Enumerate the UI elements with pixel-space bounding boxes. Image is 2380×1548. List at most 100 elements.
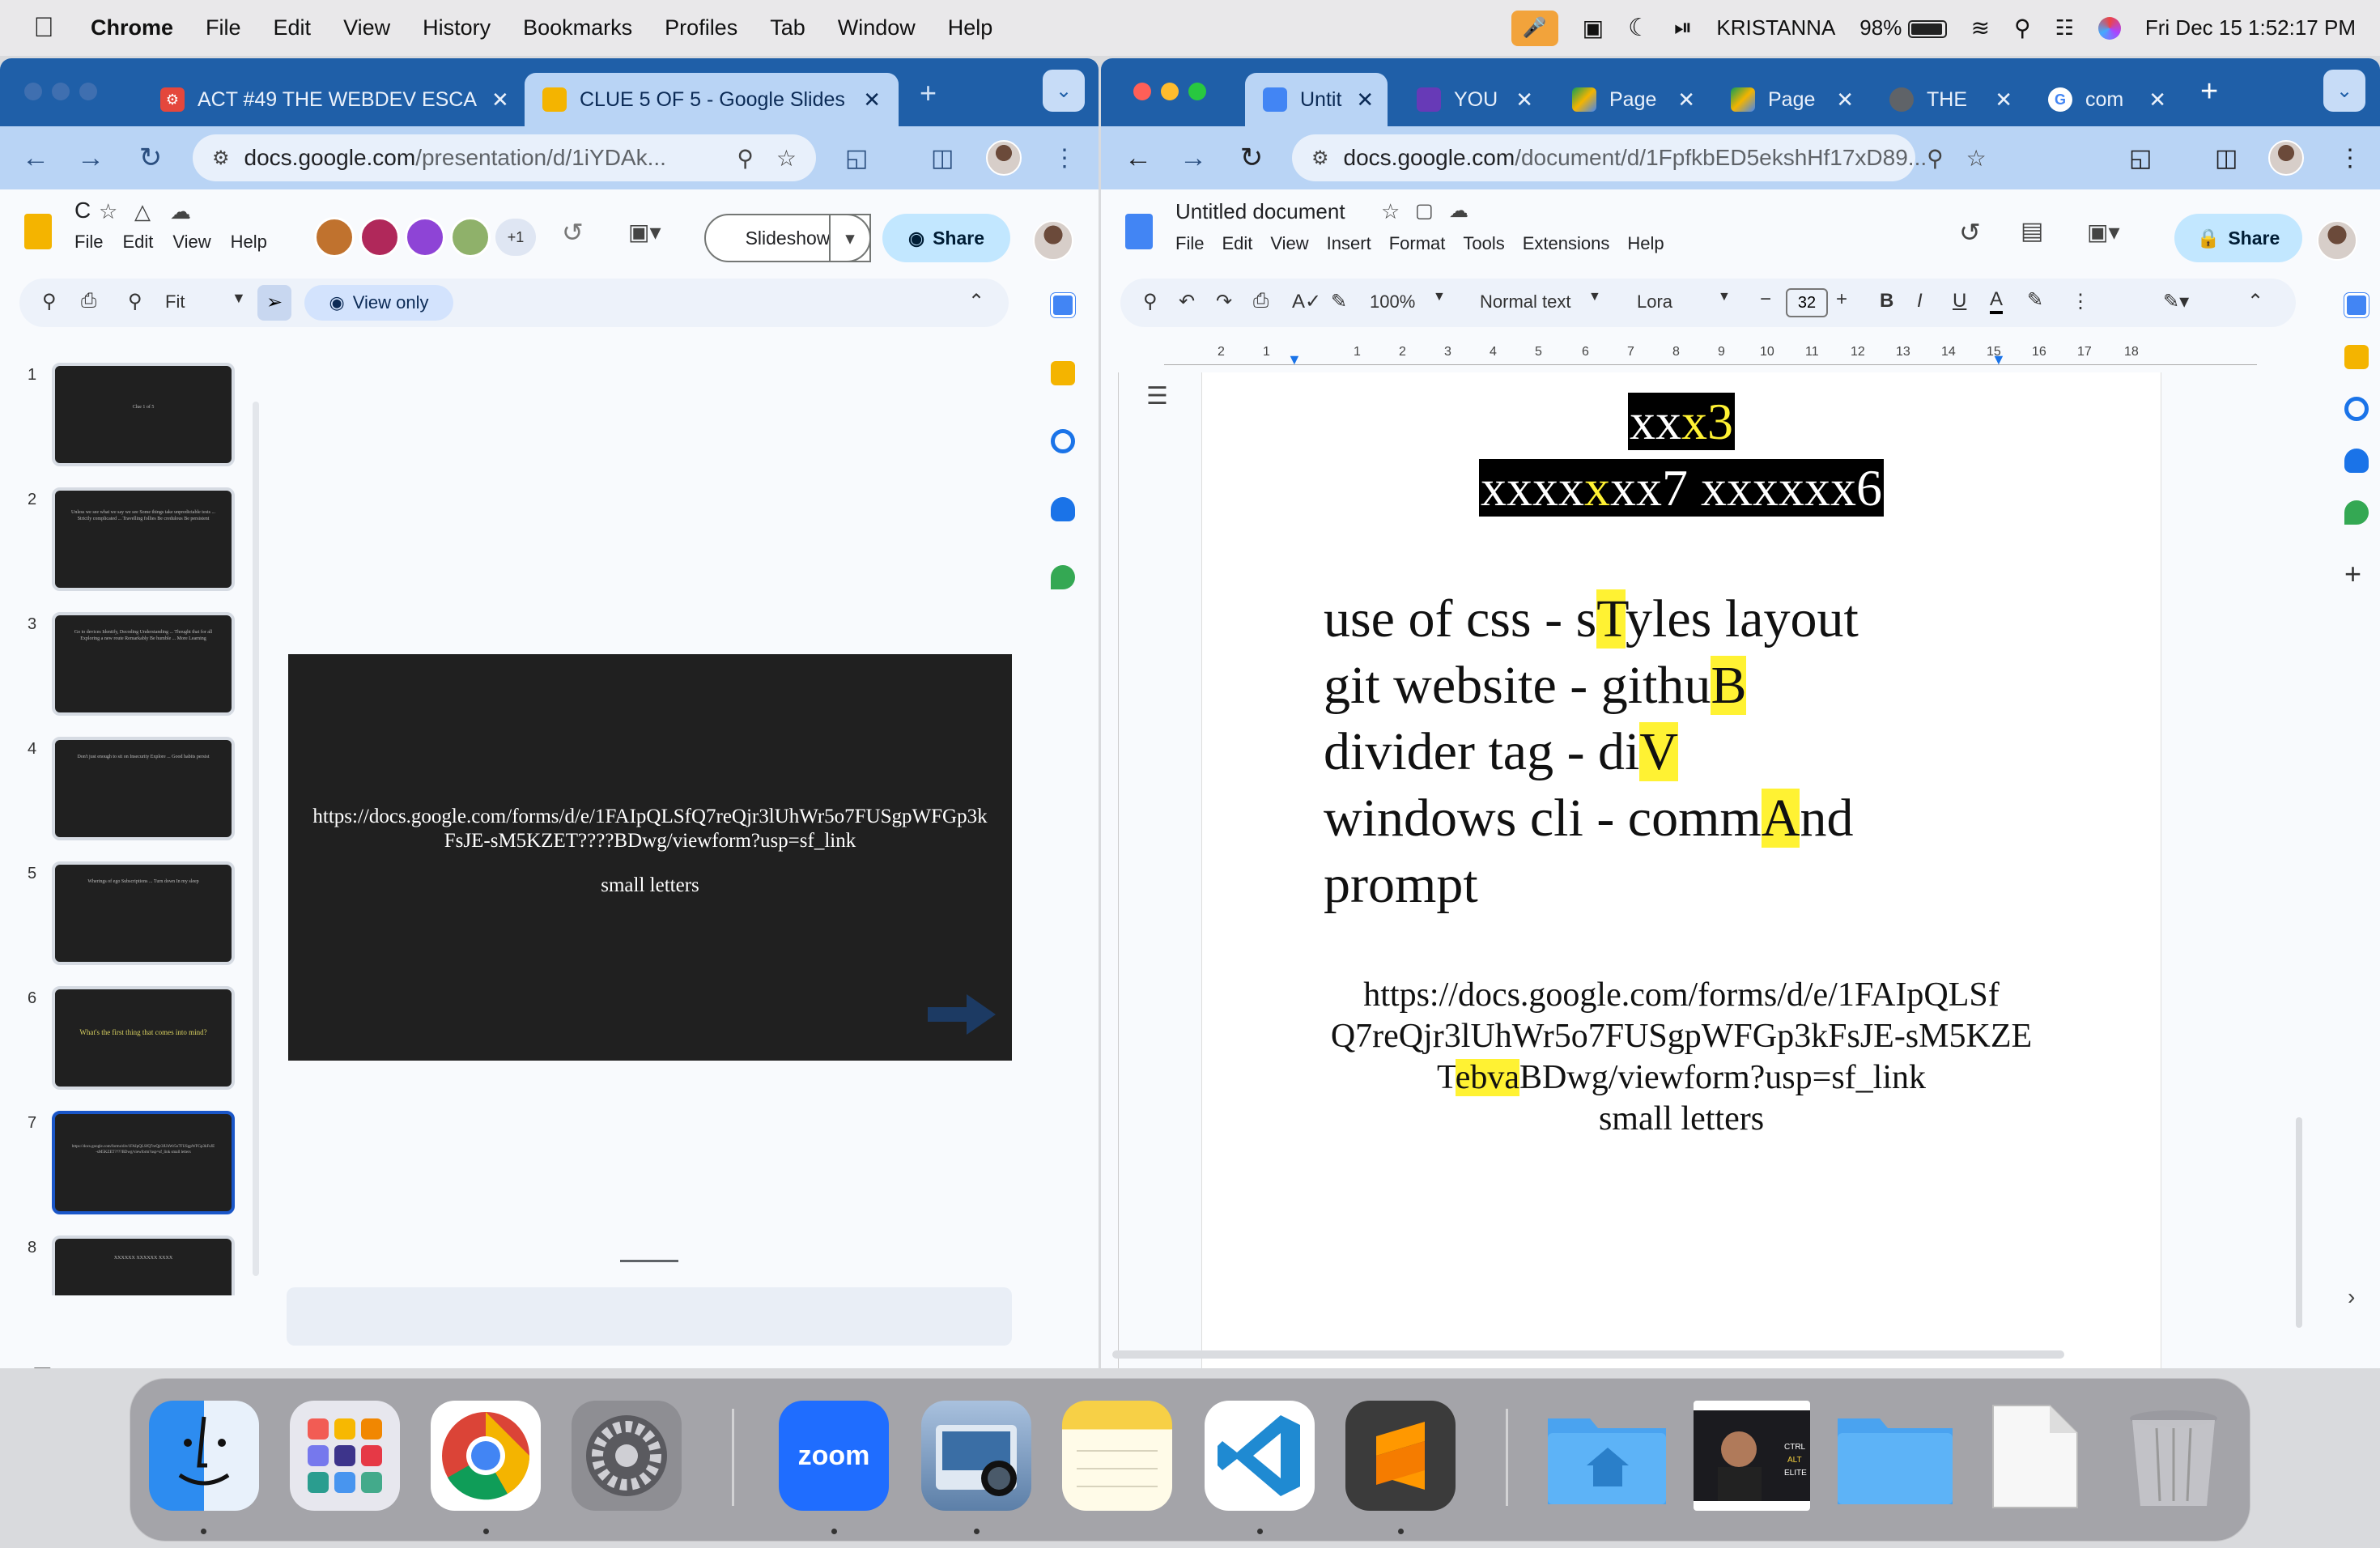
menu-extensions[interactable]: Extensions — [1523, 233, 1610, 254]
close-tab-icon[interactable]: ✕ — [1663, 87, 1695, 113]
control-center-icon[interactable]: ☷ — [2055, 15, 2074, 40]
grid-view-icon[interactable]: ▦ — [32, 1362, 53, 1368]
zoom-window-button[interactable] — [79, 83, 97, 100]
left-indent-marker[interactable]: ▼ — [1287, 351, 1302, 368]
move-icon[interactable]: ▢ — [1415, 199, 1434, 223]
slide-thumbnail[interactable]: Clue 1 of 5 — [52, 363, 235, 466]
zoom-lens-icon[interactable]: ⚲ — [1927, 145, 1944, 172]
style-select[interactable]: Normal text — [1480, 291, 1570, 313]
forward-icon[interactable]: → — [1177, 142, 1209, 174]
zoom-window-button[interactable] — [1188, 83, 1206, 100]
battery-status[interactable]: 98% — [1859, 15, 1947, 40]
menu-view[interactable]: View — [172, 232, 210, 253]
menu-view[interactable]: View — [1270, 233, 1308, 254]
menu-bookmarks[interactable]: Bookmarks — [523, 15, 632, 40]
browser-tab[interactable]: Page ✕ — [1713, 73, 1872, 126]
menu-help[interactable]: Help — [948, 15, 993, 40]
bold-icon[interactable]: B — [1880, 290, 1893, 313]
underline-icon[interactable]: U — [1953, 290, 1966, 313]
menu-edit[interactable]: Edit — [122, 232, 153, 253]
menu-help[interactable]: Help — [1627, 233, 1664, 254]
tasks-icon[interactable] — [2344, 397, 2369, 421]
italic-icon[interactable]: I — [1917, 290, 1923, 313]
menu-help[interactable]: Help — [231, 232, 267, 253]
browser-tab[interactable]: ⚙ ACT #49 THE WEBDEV ESCA ✕ — [142, 73, 515, 126]
menu-file[interactable]: File — [1175, 233, 1204, 254]
minimize-window-button[interactable] — [1161, 83, 1179, 100]
extensions-icon[interactable]: ◱ — [845, 144, 868, 172]
maps-icon[interactable] — [1051, 565, 1075, 589]
collapse-toolbar-icon[interactable]: ⌃ — [968, 290, 984, 313]
account-avatar[interactable] — [1033, 220, 1073, 261]
font-dropdown-icon[interactable]: ▼ — [1718, 290, 1731, 304]
expand-side-panel-icon[interactable]: › — [2348, 1284, 2355, 1310]
calendar-icon[interactable] — [1050, 292, 1076, 318]
trash-icon[interactable] — [2121, 1401, 2231, 1511]
horizontal-scrollbar[interactable] — [1112, 1350, 2064, 1359]
share-button[interactable]: ◉ Share — [882, 214, 1010, 262]
meet-camera-icon[interactable]: ▣▾ — [628, 219, 661, 245]
tasks-icon[interactable] — [1051, 429, 1075, 453]
document-file-icon[interactable] — [1987, 1401, 2097, 1511]
document-page[interactable]: xxx3 xxxxxxx7 xxxxxx6 use of css - sTyle… — [1201, 372, 2161, 1368]
reload-icon[interactable]: ↻ — [1235, 142, 1268, 174]
star-icon[interactable]: ☆ — [1381, 199, 1400, 224]
slides-logo-icon[interactable] — [24, 214, 52, 249]
apple-icon[interactable]:  — [29, 12, 58, 44]
zoom-app-icon[interactable]: zoom — [779, 1401, 889, 1511]
menu-profiles[interactable]: Profiles — [665, 15, 737, 40]
docs-logo-icon[interactable] — [1125, 214, 1153, 249]
slide-thumbnail[interactable]: Don't just enough to sit on Insecurity E… — [52, 737, 235, 840]
menu-file[interactable]: File — [74, 232, 103, 253]
menu-format[interactable]: Format — [1389, 233, 1446, 254]
close-tab-icon[interactable]: ✕ — [1821, 87, 1854, 113]
profile-avatar[interactable] — [986, 140, 1022, 176]
minimize-window-button[interactable] — [52, 83, 70, 100]
undo-icon[interactable]: ↶ — [1179, 290, 1195, 313]
finder-icon[interactable] — [149, 1401, 259, 1511]
reload-icon[interactable]: ↻ — [134, 142, 167, 174]
comments-icon[interactable]: ▤ — [2021, 217, 2043, 245]
horizontal-ruler[interactable]: 2 1 ▼ 1 2 3 4 5 6 7 8 9 10 11 12 13 14 1… — [1158, 343, 2257, 369]
new-tab-icon[interactable]: + — [2200, 74, 2218, 109]
close-tab-icon[interactable]: ✕ — [1980, 87, 2012, 113]
move-icon[interactable]: △ — [134, 199, 151, 224]
menu-edit[interactable]: Edit — [1222, 233, 1252, 254]
more-menu-icon[interactable]: ⋮ — [2338, 144, 2362, 172]
zoom-dropdown-icon[interactable]: ▼ — [1433, 290, 1446, 304]
extensions-icon[interactable]: ◱ — [2129, 144, 2152, 172]
sublime-text-icon[interactable] — [1345, 1401, 1456, 1511]
close-tab-icon[interactable]: ✕ — [1341, 87, 1374, 113]
document-title[interactable]: Untitled document — [1175, 199, 1345, 224]
browser-tab-active[interactable]: Untit ✕ — [1245, 73, 1388, 126]
preview-icon[interactable] — [921, 1401, 1031, 1511]
launchpad-icon[interactable] — [290, 1401, 400, 1511]
keep-icon[interactable] — [1051, 361, 1075, 385]
document-outline-icon[interactable]: ☰ — [1146, 382, 1168, 410]
site-settings-icon[interactable]: ⚙ — [1311, 147, 1329, 170]
slide-thumbnail[interactable]: What's the first thing that comes into m… — [52, 986, 235, 1090]
menu-tab[interactable]: Tab — [770, 15, 805, 40]
screen-mirroring-icon[interactable]: ▣ — [1583, 15, 1604, 41]
zoom-dropdown-icon[interactable]: ▼ — [232, 290, 246, 307]
meet-camera-icon[interactable]: ▣▾ — [2087, 219, 2120, 245]
vertical-ruler[interactable] — [1112, 372, 1119, 1368]
zoom-select[interactable]: 100% — [1370, 291, 1415, 313]
cloud-status-icon[interactable]: ☁ — [1449, 199, 1468, 223]
view-only-mode[interactable]: ◉ View only — [304, 285, 453, 321]
video-thumbnail-icon[interactable]: CTRL ALT ELITE — [1694, 1401, 1810, 1511]
slide-thumbnail-selected[interactable]: https://docs.google.com/forms/d/e/1FAIpQ… — [52, 1111, 235, 1214]
tab-search-icon[interactable]: ⌄ — [1043, 70, 1085, 112]
address-bar[interactable]: ⚙ docs.google.com/presentation/d/1iYDAk.… — [193, 134, 816, 181]
menu-file[interactable]: File — [206, 15, 241, 40]
share-button[interactable]: 🔒 Share — [2174, 214, 2302, 262]
maps-icon[interactable] — [2344, 500, 2369, 525]
clock[interactable]: Fri Dec 15 1:52:17 PM — [2145, 15, 2356, 40]
slide-thumbnail[interactable]: XXXXXX XXXXXX XXXX — [52, 1235, 235, 1295]
search-menus-icon[interactable]: ⚲ — [1143, 290, 1158, 313]
vscode-icon[interactable] — [1205, 1401, 1315, 1511]
font-size-input[interactable]: 32 — [1786, 288, 1828, 317]
zoom-icon[interactable]: ⚲ — [128, 290, 142, 313]
slide-thumbnail[interactable]: Wherings of ego Subscriptions ... Turn d… — [52, 861, 235, 965]
back-icon[interactable]: ← — [1122, 142, 1154, 174]
